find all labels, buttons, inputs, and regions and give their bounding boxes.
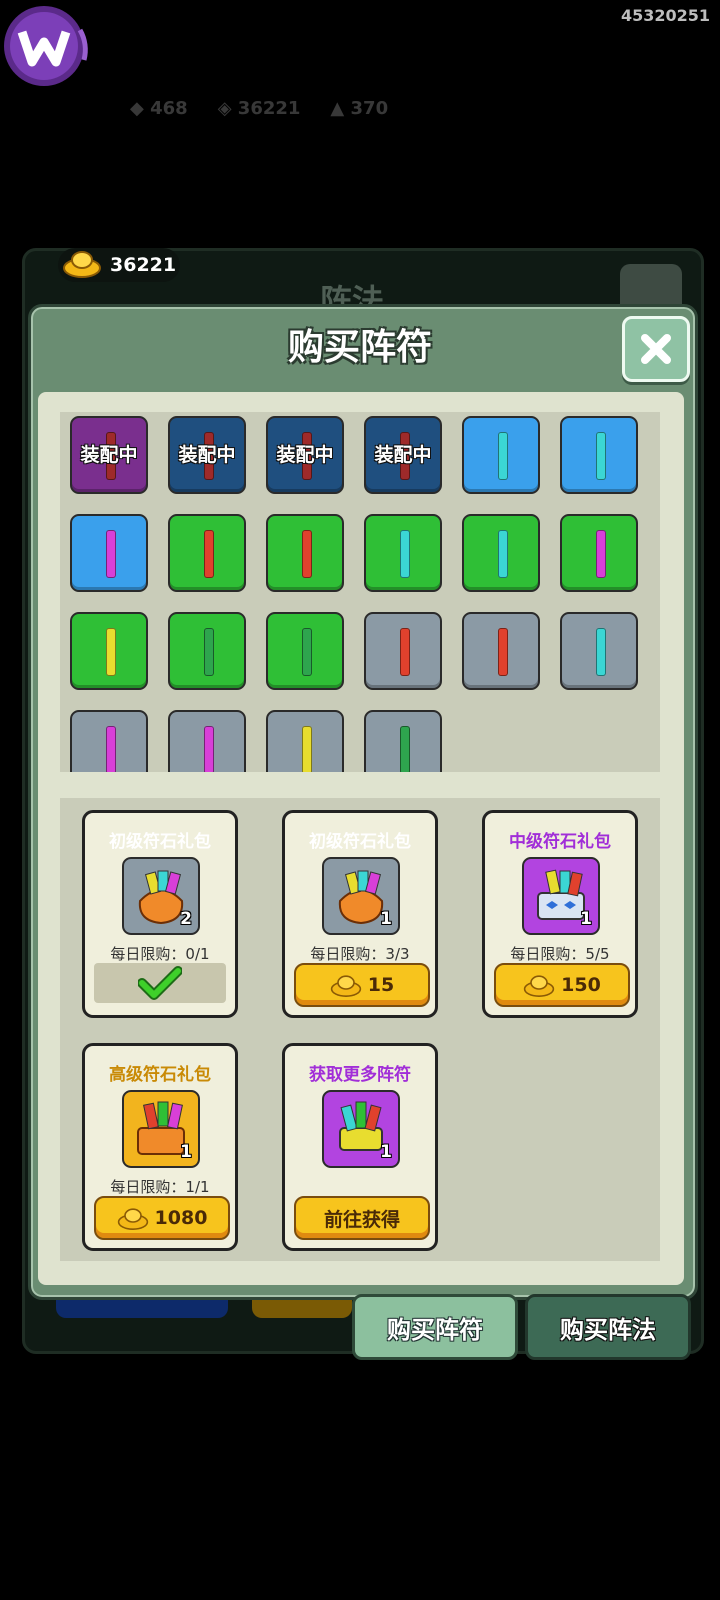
gift-card[interactable]: 初级符石礼包 2 每日限购：0/1: [82, 810, 238, 1018]
rune-icon: [596, 628, 606, 676]
price: 150: [561, 974, 601, 996]
rune-icon: [596, 530, 606, 578]
gift-card[interactable]: 高级符石礼包 1 每日限购：1/1 1080: [82, 1043, 238, 1251]
gift-chest-icon: 1: [122, 1090, 200, 1168]
buy-button[interactable]: 150: [494, 963, 630, 1007]
rune-slot-equipped[interactable]: 装配中: [70, 416, 148, 494]
go-get-label: 前往获得: [323, 1208, 400, 1231]
card-title: 初级符石礼包: [109, 832, 211, 852]
rune-slot[interactable]: [70, 710, 148, 772]
rune-grid: 装配中 装配中 装配中 装配中: [60, 412, 660, 772]
rune-slot[interactable]: [266, 514, 344, 592]
card-count: 1: [380, 1142, 392, 1162]
rune-icon: [302, 726, 312, 772]
rune-slot[interactable]: [70, 612, 148, 690]
gift-bag-icon: 1: [322, 857, 400, 935]
tab-buy-formation[interactable]: 购买阵法: [525, 1294, 691, 1360]
rune-slot-equipped[interactable]: 装配中: [266, 416, 344, 494]
rune-icon: [498, 530, 508, 578]
price: 15: [367, 974, 395, 996]
rune-icon: [596, 432, 606, 480]
card-limit: 每日限购：0/1: [110, 945, 210, 963]
gold-ingot-icon: [523, 975, 555, 997]
dialog-title: 购买阵符: [287, 327, 432, 368]
close-button[interactable]: [622, 316, 690, 382]
card-title: 获取更多阵符: [309, 1065, 411, 1085]
rune-slot[interactable]: [560, 416, 638, 494]
equipped-label: 装配中: [80, 444, 138, 466]
tab-buy-rune[interactable]: 购买阵符: [352, 1294, 518, 1360]
gift-card[interactable]: 中级符石礼包 1 每日限购：5/5 150: [482, 810, 638, 1018]
rune-icon: [204, 628, 214, 676]
close-icon: [641, 334, 671, 364]
gift-bag-icon: 2: [122, 857, 200, 935]
buy-button[interactable]: 1080: [94, 1196, 230, 1240]
rune-slot[interactable]: [462, 514, 540, 592]
rune-slot-equipped[interactable]: 装配中: [168, 416, 246, 494]
top-resource-bar: ◆ 468 ◈ 36221 ▲ 370: [130, 97, 389, 119]
rune-icon: [302, 530, 312, 578]
rune-icon: [400, 628, 410, 676]
rune-icon: [106, 628, 116, 676]
rune-slot[interactable]: [266, 710, 344, 772]
card-title: 高级符石礼包: [109, 1065, 211, 1085]
rune-icon: [106, 530, 116, 578]
background-scene: [0, 1380, 720, 1600]
rune-slot[interactable]: [560, 514, 638, 592]
gold-balance-value: 36221: [110, 254, 177, 276]
card-limit: 每日限购：3/3: [310, 945, 410, 963]
price: 1080: [154, 1207, 208, 1229]
rune-slot-equipped[interactable]: 装配中: [364, 416, 442, 494]
rune-icon: [302, 628, 312, 676]
rune-icon: [400, 726, 410, 772]
rune-slot[interactable]: [266, 612, 344, 690]
rune-icon: [400, 530, 410, 578]
rune-icon: [498, 432, 508, 480]
equipped-label: 装配中: [374, 444, 432, 466]
user-id: 45320251: [620, 6, 710, 25]
gold-ingot-icon: [117, 1208, 148, 1230]
rune-slot[interactable]: [462, 612, 540, 690]
rune-slot[interactable]: [462, 416, 540, 494]
app-logo-icon: [0, 0, 92, 92]
equipped-label: 装配中: [178, 444, 236, 466]
rune-slot[interactable]: [168, 612, 246, 690]
rune-icon: [204, 530, 214, 578]
gift-card[interactable]: 获取更多阵符 1 前往获得: [282, 1043, 438, 1251]
gold-ingot-icon: [330, 975, 361, 997]
equipped-label: 装配中: [276, 444, 334, 466]
rune-icon: [106, 726, 116, 772]
rune-icon: [498, 628, 508, 676]
card-count: 1: [380, 909, 392, 929]
card-count: 1: [580, 909, 592, 929]
gold-balance: 36221: [58, 248, 180, 282]
rune-bundle-icon: 1: [322, 1090, 400, 1168]
card-count: 2: [180, 909, 192, 929]
gold-ingot-icon: [62, 248, 102, 283]
purchased-indicator: [94, 963, 226, 1003]
buy-button[interactable]: 15: [294, 963, 430, 1007]
rune-slot[interactable]: [70, 514, 148, 592]
gift-chest-icon: 1: [522, 857, 600, 935]
rune-slot[interactable]: [168, 710, 246, 772]
go-get-button[interactable]: 前往获得: [294, 1196, 430, 1240]
check-icon: [138, 966, 182, 1000]
card-limit: 每日限购：5/5: [510, 945, 610, 963]
rune-slot[interactable]: [364, 514, 442, 592]
card-limit: 每日限购：1/1: [110, 1178, 210, 1196]
rune-slot[interactable]: [364, 612, 442, 690]
rune-slot[interactable]: [364, 710, 442, 772]
gift-card[interactable]: 初级符石礼包 1 每日限购：3/3 15: [282, 810, 438, 1018]
card-title: 初级符石礼包: [309, 832, 411, 852]
card-count: 1: [180, 1142, 192, 1162]
rune-icon: [204, 726, 214, 772]
rune-slot[interactable]: [168, 514, 246, 592]
rune-slot[interactable]: [560, 612, 638, 690]
card-title: 中级符石礼包: [509, 832, 611, 852]
